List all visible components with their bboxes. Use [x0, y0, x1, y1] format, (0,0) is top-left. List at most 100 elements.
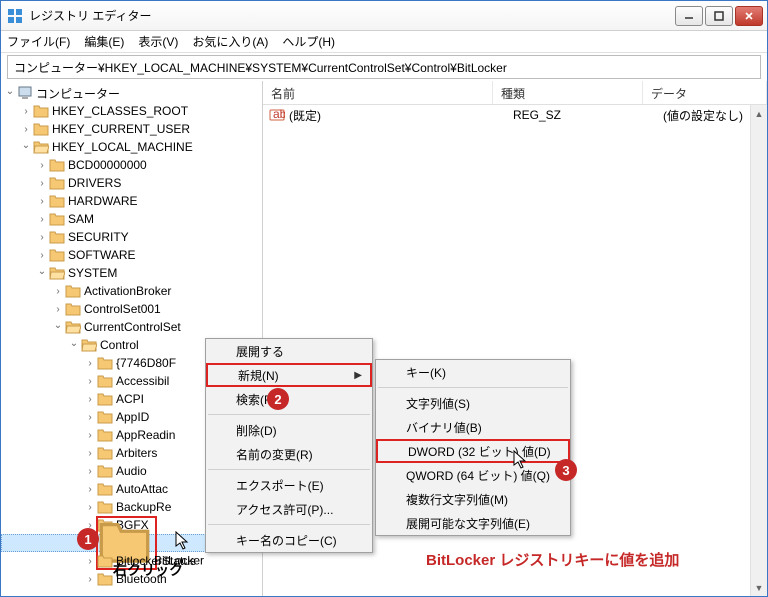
tree-node-security[interactable]: › SECURITY — [1, 228, 262, 246]
menu-item-label: キー名のコピー(C) — [236, 532, 337, 549]
tree-node--[interactable]: ⌄コンピューター — [1, 84, 262, 102]
chevron-right-icon[interactable]: › — [35, 176, 49, 190]
menu-item[interactable]: バイナリ値(B) — [376, 415, 570, 439]
chevron-right-icon[interactable]: › — [83, 374, 97, 388]
maximize-button[interactable] — [705, 6, 733, 26]
chevron-down-icon[interactable]: ⌄ — [3, 84, 17, 98]
address-text: コンピューター¥HKEY_LOCAL_MACHINE¥SYSTEM¥Curren… — [14, 59, 507, 76]
app-icon — [7, 8, 23, 24]
chevron-down-icon[interactable]: ⌄ — [35, 264, 49, 278]
menu-item[interactable]: 削除(D) — [206, 418, 372, 442]
cursor-icon — [175, 531, 191, 554]
tree-label: ActivationBroker — [84, 284, 171, 298]
tree-label: {7746D80F — [116, 356, 176, 370]
cell-name: (既定) — [289, 107, 513, 124]
minimize-button[interactable] — [675, 6, 703, 26]
folder-icon — [49, 158, 65, 172]
scrollbar-vertical[interactable]: ▲ ▼ — [750, 105, 767, 596]
chevron-right-icon[interactable]: › — [51, 284, 65, 298]
list-row-default[interactable]: ab (既定) REG_SZ (値の設定なし) — [263, 105, 767, 125]
menu-help[interactable]: ヘルプ(H) — [282, 33, 335, 50]
menu-file[interactable]: ファイル(F) — [7, 33, 70, 50]
chevron-right-icon[interactable]: › — [83, 572, 97, 586]
menu-item[interactable]: 複数行文字列値(M) — [376, 487, 570, 511]
chevron-right-icon[interactable]: › — [83, 356, 97, 370]
tree-label: ControlSet001 — [84, 302, 161, 316]
menu-item[interactable]: 展開する — [206, 339, 372, 363]
tree-node-controlset001[interactable]: › ControlSet001 — [1, 300, 262, 318]
close-button[interactable] — [735, 6, 763, 26]
tree-node-bcd00000000[interactable]: › BCD00000000 — [1, 156, 262, 174]
menu-item[interactable]: 展開可能な文字列値(E) — [376, 511, 570, 535]
menu-item[interactable]: エクスポート(E) — [206, 473, 372, 497]
menu-favorites[interactable]: お気に入り(A) — [192, 33, 268, 50]
chevron-right-icon[interactable]: › — [35, 248, 49, 262]
menu-view[interactable]: 表示(V) — [138, 33, 178, 50]
menu-item[interactable]: 新規(N)▶ — [206, 363, 372, 387]
menu-item[interactable]: キー名のコピー(C) — [206, 528, 372, 552]
annotation-badge-3: 3 — [555, 459, 577, 481]
menu-item-label: 名前の変更(R) — [236, 446, 313, 463]
chevron-right-icon[interactable]: › — [83, 428, 97, 442]
chevron-down-icon[interactable]: ⌄ — [67, 336, 81, 350]
menu-item[interactable]: DWORD (32 ビット) 値(D) — [376, 439, 570, 463]
menu-item[interactable]: 名前の変更(R) — [206, 442, 372, 466]
tree-node-drivers[interactable]: ›DRIVERS — [1, 174, 262, 192]
folder-icon — [97, 374, 113, 388]
tree-label: HKEY_CLASSES_ROOT — [52, 104, 188, 118]
tree-node-hkey-classes-root[interactable]: › HKEY_CLASSES_ROOT — [1, 102, 262, 120]
scroll-up-icon[interactable]: ▲ — [751, 105, 767, 122]
menu-item[interactable]: アクセス許可(P)... — [206, 497, 372, 521]
chevron-right-icon[interactable]: › — [51, 302, 65, 316]
chevron-right-icon[interactable]: › — [83, 446, 97, 460]
chevron-right-icon[interactable]: › — [35, 194, 49, 208]
folder-icon — [33, 122, 49, 136]
chevron-right-icon[interactable]: › — [19, 104, 33, 118]
menu-item[interactable]: キー(K) — [376, 360, 570, 384]
tree-label: SOFTWARE — [68, 248, 136, 262]
tree-label: SYSTEM — [68, 266, 117, 280]
chevron-right-icon[interactable]: › — [83, 500, 97, 514]
chevron-right-icon[interactable]: › — [35, 230, 49, 244]
menu-separator — [378, 387, 568, 388]
folder-icon — [97, 410, 113, 424]
cell-type: REG_SZ — [513, 108, 663, 122]
menu-separator — [208, 469, 370, 470]
menu-edit[interactable]: 編集(E) — [84, 33, 124, 50]
chevron-right-icon[interactable]: › — [83, 464, 97, 478]
address-bar[interactable]: コンピューター¥HKEY_LOCAL_MACHINE¥SYSTEM¥Curren… — [7, 55, 761, 79]
tree-node-sam[interactable]: ›SAM — [1, 210, 262, 228]
chevron-right-icon[interactable]: › — [19, 122, 33, 136]
tree-node-hardware[interactable]: ›HARDWARE — [1, 192, 262, 210]
tree-label: BCD00000000 — [68, 158, 147, 172]
menu-item[interactable]: 文字列値(S) — [376, 391, 570, 415]
folder-icon — [97, 392, 113, 406]
folder-icon — [49, 266, 65, 280]
col-header-type[interactable]: 種類 — [493, 81, 643, 104]
menu-item[interactable]: QWORD (64 ビット) 値(Q) — [376, 463, 570, 487]
chevron-down-icon[interactable]: ⌄ — [19, 138, 33, 152]
menu-item-label: キー(K) — [406, 364, 446, 381]
scroll-down-icon[interactable]: ▼ — [751, 579, 767, 596]
cursor-icon-2 — [513, 450, 529, 473]
tree-node-software[interactable]: › SOFTWARE — [1, 246, 262, 264]
chevron-right-icon[interactable]: › — [83, 482, 97, 496]
window-buttons — [675, 6, 763, 26]
tree-node-hkey-local-machine[interactable]: ⌄HKEY_LOCAL_MACHINE — [1, 138, 262, 156]
menu-item[interactable]: 検索(F)... — [206, 387, 372, 411]
chevron-right-icon[interactable]: › — [83, 410, 97, 424]
tree-node-activationbroker[interactable]: › ActivationBroker — [1, 282, 262, 300]
tree-label: CurrentControlSet — [84, 320, 181, 334]
chevron-down-icon[interactable]: ⌄ — [51, 318, 65, 332]
chevron-right-icon[interactable]: › — [35, 158, 49, 172]
tree-label: SECURITY — [68, 230, 129, 244]
tree-node-system[interactable]: ⌄ SYSTEM — [1, 264, 262, 282]
tree-label: Arbiters — [116, 446, 157, 460]
tree-node-hkey-current-user[interactable]: ›HKEY_CURRENT_USER — [1, 120, 262, 138]
col-header-data[interactable]: データ — [643, 81, 767, 104]
chevron-right-icon[interactable]: › — [35, 212, 49, 226]
chevron-right-icon[interactable]: › — [83, 392, 97, 406]
tree-node-currentcontrolset[interactable]: ⌄ CurrentControlSet — [1, 318, 262, 336]
chevron-right-icon[interactable]: › — [83, 554, 97, 568]
col-header-name[interactable]: 名前 — [263, 81, 493, 104]
